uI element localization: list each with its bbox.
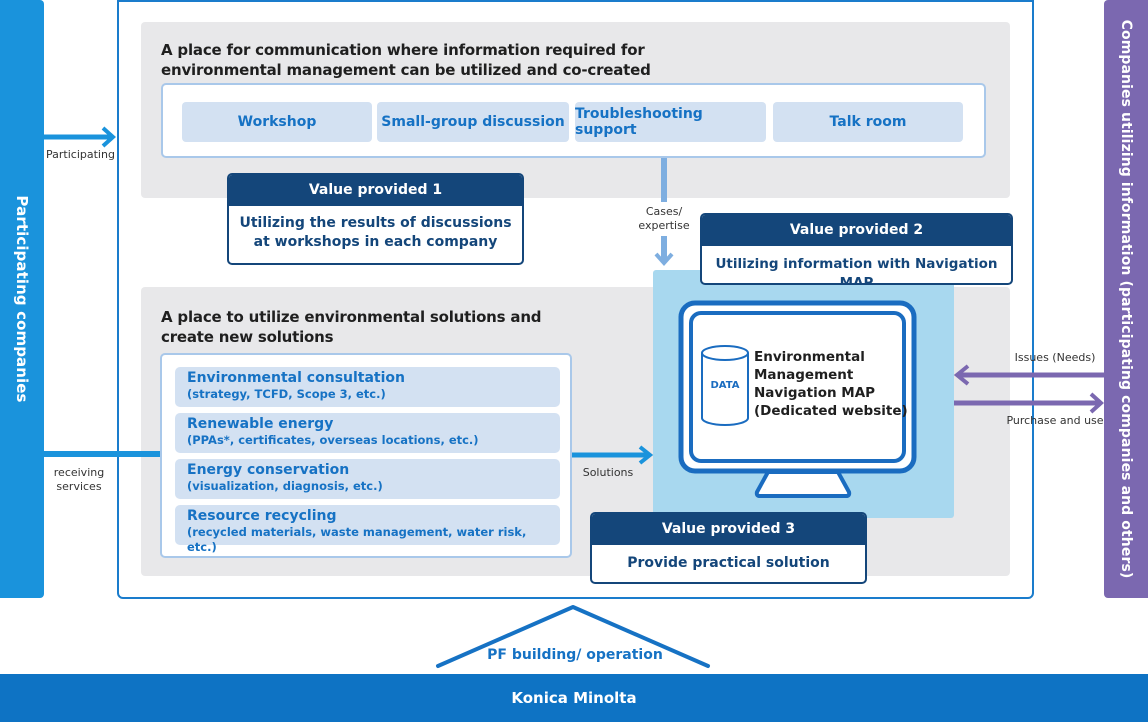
value-description: Utilizing the results of discussions at … xyxy=(229,206,522,252)
purchase-use-label: Purchase and use xyxy=(1006,414,1104,427)
value-description: Utilizing information with Navigation MA… xyxy=(715,256,998,285)
navigation-map-title[interactable]: Environmental Management Navigation MAP … xyxy=(754,348,908,420)
flow-arrows xyxy=(44,126,1104,668)
cases-expertise-label: Cases/ expertise xyxy=(630,205,698,233)
label-line: Cases/ xyxy=(645,205,683,218)
purchase-arrow xyxy=(954,392,1104,414)
title-line: Management xyxy=(754,367,854,383)
konica-minolta-base: Konica Minolta xyxy=(0,674,1148,722)
value-heading: Value provided 3 xyxy=(592,514,865,545)
issues-needs-label: Issues (Needs) xyxy=(1014,351,1096,364)
issues-arrow xyxy=(953,364,1104,386)
label-line: receiving xyxy=(53,466,105,479)
konica-minolta-label: Konica Minolta xyxy=(511,689,637,707)
value-provided-1: Value provided 1 Utilizing the results o… xyxy=(227,173,524,265)
solutions-label: Solutions xyxy=(582,466,634,479)
description-line: Utilizing the results of discussions xyxy=(239,215,512,231)
description-line: at workshops in each company xyxy=(253,234,498,250)
label-line: expertise xyxy=(638,219,690,232)
value-heading: Value provided 2 xyxy=(702,215,1011,246)
participating-label: Participating xyxy=(46,148,115,161)
value-provided-3: Value provided 3 Provide practical solut… xyxy=(590,512,867,584)
title-line: Navigation MAP xyxy=(754,385,876,401)
title-line: (Dedicated website) xyxy=(754,403,908,419)
solutions-arrow xyxy=(572,445,654,465)
data-label: DATA xyxy=(710,380,740,391)
value-description: Provide practical solution xyxy=(627,555,830,571)
title-line: Environmental xyxy=(754,349,865,365)
pf-building-label: PF building/ operation xyxy=(487,647,663,663)
participating-arrow xyxy=(44,126,116,148)
label-line: services xyxy=(56,480,102,493)
receiving-services-label: receiving services xyxy=(46,466,112,494)
value-provided-2: Value provided 2 Utilizing information w… xyxy=(700,213,1013,285)
value-heading: Value provided 1 xyxy=(229,175,522,206)
